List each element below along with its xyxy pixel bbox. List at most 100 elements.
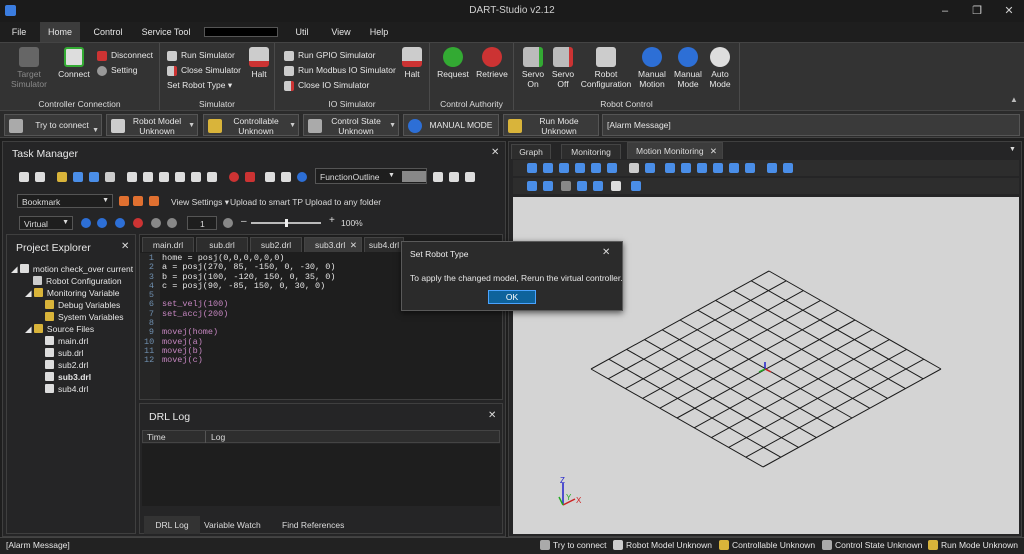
bottom-controllable[interactable]: Controllable Unknown xyxy=(719,540,815,550)
minimize-icon[interactable]: – xyxy=(930,3,960,19)
bottom-tab[interactable]: Find References xyxy=(282,520,344,530)
outline-action-3-icon[interactable] xyxy=(465,172,475,182)
servo-on-button[interactable]: Servo On xyxy=(520,47,546,89)
outline-action-2-icon[interactable] xyxy=(449,172,459,182)
servo-off-button[interactable]: Servo Off xyxy=(550,47,576,89)
try-to-connect-status[interactable]: Try to connect ▼ xyxy=(4,114,102,136)
ribbon-collapse-icon[interactable]: ▲ xyxy=(1010,95,1018,104)
view-iso-icon[interactable] xyxy=(729,163,739,173)
zoom-out-icon[interactable]: – xyxy=(241,216,247,227)
upload-folder-button[interactable]: Upload to any folder xyxy=(305,197,381,207)
frame-icon[interactable] xyxy=(561,181,571,191)
bottom-tab[interactable]: DRL Log xyxy=(144,516,200,534)
close-icon[interactable]: ✕ xyxy=(710,143,717,160)
slider-handle[interactable] xyxy=(285,219,288,227)
syntax-check-icon[interactable] xyxy=(265,172,275,182)
target-simulator-button[interactable]: Target Simulator xyxy=(4,47,54,89)
sort-icon[interactable] xyxy=(402,171,426,182)
editor-tab-active[interactable]: sub3.drl ✕ xyxy=(304,237,362,252)
tree-file[interactable]: sub2.drl xyxy=(45,359,88,371)
step-icon[interactable] xyxy=(97,218,107,228)
close-icon[interactable]: ✕ xyxy=(491,147,499,158)
close-icon[interactable]: ✕ xyxy=(602,247,610,258)
control-state-status[interactable]: Control State Unknown ▼ xyxy=(303,114,399,136)
view-layout-icon[interactable] xyxy=(767,163,777,173)
close-icon[interactable]: ✕ xyxy=(994,3,1024,19)
font-icon[interactable] xyxy=(207,172,217,182)
bookmark-sort-icon[interactable] xyxy=(133,196,143,206)
robot-configuration-button[interactable]: Robot Configuration xyxy=(578,47,634,89)
clear-breakpoint-icon[interactable] xyxy=(245,172,255,182)
tab-motion-monitoring[interactable]: Motion Monitoring ✕ xyxy=(627,142,723,159)
auto-mode-button[interactable]: Auto Mode xyxy=(706,47,734,89)
close-icon[interactable]: ✕ xyxy=(350,238,357,253)
tree-file[interactable]: sub4.drl xyxy=(45,383,88,395)
help-icon[interactable] xyxy=(297,172,307,182)
copy-icon[interactable] xyxy=(143,172,153,182)
panel-menu-icon[interactable]: ▼ xyxy=(1009,146,1016,153)
connect-button[interactable]: Connect xyxy=(56,47,92,79)
menu-util[interactable]: Util xyxy=(288,22,316,42)
view-layout-2-icon[interactable] xyxy=(783,163,793,173)
menu-control[interactable]: Control xyxy=(86,22,130,42)
view-left-icon[interactable] xyxy=(697,163,707,173)
bottom-run-mode[interactable]: Run Mode Unknown xyxy=(928,540,1018,550)
bottom-robot-model[interactable]: Robot Model Unknown xyxy=(613,540,712,550)
restore-icon[interactable]: ❐ xyxy=(962,3,992,19)
bookmark-icon[interactable] xyxy=(119,196,129,206)
halt-simulator-button[interactable]: Halt xyxy=(246,47,272,79)
run-icon[interactable] xyxy=(81,218,91,228)
tree-file[interactable]: sub3.drl xyxy=(45,371,91,383)
save-all-icon[interactable] xyxy=(89,172,99,182)
editor-tab[interactable]: sub.drl xyxy=(196,237,248,252)
ok-button[interactable]: OK xyxy=(488,290,536,304)
robot-view-2-icon[interactable] xyxy=(543,181,553,191)
collision-icon[interactable] xyxy=(631,181,641,191)
controllable-status[interactable]: Controllable Unknown ▼ xyxy=(203,114,299,136)
setting-button[interactable]: Setting xyxy=(97,64,137,77)
set-robot-type-dropdown[interactable]: Set Robot Type ▾ xyxy=(167,79,232,92)
stop-icon[interactable] xyxy=(133,218,143,228)
col-log[interactable]: Log xyxy=(211,432,225,442)
zoom-in-icon[interactable]: + xyxy=(329,215,335,226)
zoom-area-icon[interactable] xyxy=(591,163,601,173)
compile-icon[interactable] xyxy=(281,172,291,182)
replace-icon[interactable] xyxy=(191,172,201,182)
tree-source-files[interactable]: ◢ Source Files xyxy=(25,323,94,335)
breakpoint-icon[interactable] xyxy=(229,172,239,182)
find-icon[interactable] xyxy=(175,172,185,182)
view-settings-dropdown[interactable]: View Settings ▾ xyxy=(171,197,229,208)
robot-view-icon[interactable] xyxy=(527,181,537,191)
menu-help[interactable]: Help xyxy=(364,22,394,42)
manual-mode-status[interactable]: MANUAL MODE xyxy=(403,114,499,136)
manual-mode-button[interactable]: Manual Mode xyxy=(672,47,704,89)
fit-icon[interactable] xyxy=(607,163,617,173)
editor-tab[interactable]: sub2.drl xyxy=(250,237,302,252)
robot-model-status[interactable]: Robot Model Unknown ▼ xyxy=(106,114,198,136)
retrieve-button[interactable]: Retrieve xyxy=(474,47,510,79)
run-simulator-button[interactable]: Run Simulator xyxy=(167,49,235,62)
run-modbus-simulator-button[interactable]: Run Modbus IO Simulator xyxy=(284,64,396,77)
function-outline-select[interactable]: FunctionOutline ▼ xyxy=(315,168,427,184)
menu-service-tool[interactable]: Service Tool xyxy=(136,22,196,42)
menu-file[interactable]: File xyxy=(4,22,34,42)
outline-action-icon[interactable] xyxy=(433,172,443,182)
view-back-icon[interactable] xyxy=(645,163,655,173)
view-right-icon[interactable] xyxy=(713,163,723,173)
editor-tab[interactable]: main.drl xyxy=(142,237,194,252)
request-button[interactable]: Request xyxy=(436,47,470,79)
tab-monitoring[interactable]: Monitoring xyxy=(561,144,621,159)
menu-home[interactable]: Home xyxy=(40,22,80,42)
tree-file[interactable]: sub.drl xyxy=(45,347,84,359)
tree-robot-configuration[interactable]: Robot Configuration xyxy=(33,275,122,287)
camera-icon[interactable] xyxy=(611,181,621,191)
upload-smart-tp-button[interactable]: Upload to smart TP xyxy=(230,197,303,207)
view-custom-icon[interactable] xyxy=(745,163,755,173)
pan-icon[interactable] xyxy=(559,163,569,173)
zoom-slider[interactable] xyxy=(251,219,321,227)
view-front-icon[interactable] xyxy=(629,163,639,173)
run-mode-select[interactable]: Virtual ▼ xyxy=(19,216,73,230)
close-io-simulator-button[interactable]: Close IO Simulator xyxy=(284,79,369,92)
speed-stepper[interactable]: 1 xyxy=(187,216,217,230)
view-bottom-icon[interactable] xyxy=(681,163,691,173)
